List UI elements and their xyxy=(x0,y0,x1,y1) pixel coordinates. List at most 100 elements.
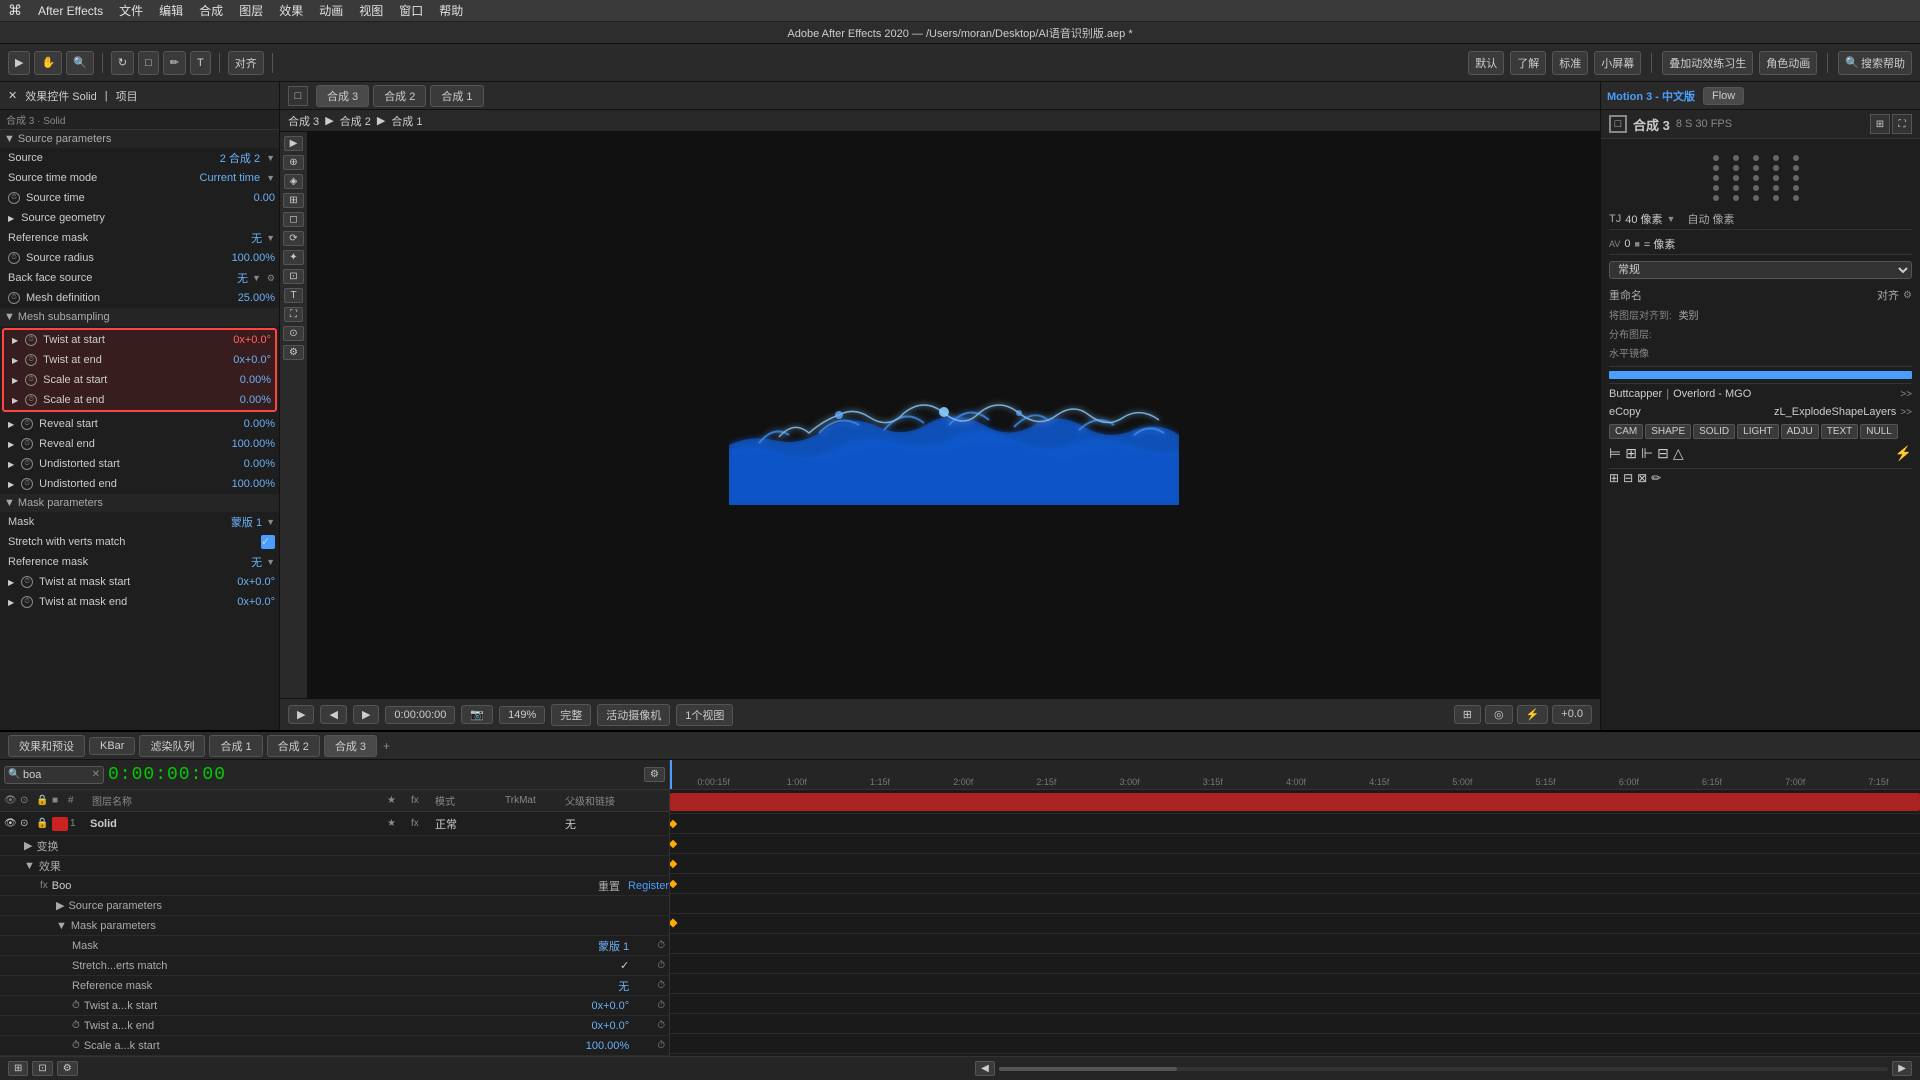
undistort-start-row[interactable]: ▶ ⏱ Undistorted start 0.00% xyxy=(0,454,279,474)
dot-2[interactable] xyxy=(1733,155,1739,161)
explode-label[interactable]: zL_ExplodeShapeLayers xyxy=(1774,406,1896,418)
menu-layer[interactable]: 图层 xyxy=(239,2,263,19)
twist-mask-end-row[interactable]: ▶ ⏱ Twist at mask end 0x+0.0° xyxy=(0,592,279,612)
dot-3[interactable] xyxy=(1753,155,1759,161)
boo-register-link[interactable]: Register xyxy=(628,880,669,892)
font-style-select[interactable]: 常规 xyxy=(1609,261,1912,279)
layer-row[interactable]: 👁 ⊙ 🔒 1 Solid ★ fx 正常 无 xyxy=(0,812,669,836)
ws-default[interactable]: 默认 xyxy=(1468,51,1504,75)
breadcrumb-comp3[interactable]: 合成 3 xyxy=(288,113,319,129)
scale-start-row[interactable]: ▶ ⏱ Scale at start 0.00% xyxy=(4,370,275,390)
timeline-tab-comp1[interactable]: 合成 1 xyxy=(209,735,262,757)
tl-item-mask[interactable]: Mask 蒙版 1 ⏱ xyxy=(0,936,669,956)
menu-window[interactable]: 窗口 xyxy=(399,2,423,19)
ref-mask-dropdown[interactable]: ▼ xyxy=(266,233,275,243)
dot-11[interactable] xyxy=(1713,175,1719,181)
dot-4[interactable] xyxy=(1773,155,1779,161)
tl-footer-btn2[interactable]: ⊡ xyxy=(32,1061,52,1076)
twist-start-row[interactable]: ▶ ⏱ Twist at start 0x+0.0° xyxy=(4,330,275,350)
source-dropdown-icon[interactable]: ▼ xyxy=(266,153,275,163)
tl-item-refmask[interactable]: Reference mask 无 ⏱ xyxy=(0,976,669,996)
ref-mask2-dropdown[interactable]: ▼ xyxy=(266,557,275,567)
twist-start-val[interactable]: 0x+0.0° xyxy=(233,334,271,346)
dot-18[interactable] xyxy=(1753,185,1759,191)
tool-text[interactable]: T xyxy=(190,51,211,75)
tool-viewer-10[interactable]: ⛶ xyxy=(284,307,303,322)
rename-label[interactable]: 重命名 xyxy=(1609,287,1642,303)
stretch-row[interactable]: Stretch with verts match ✓ xyxy=(0,532,279,552)
tool-null[interactable]: NULL xyxy=(1860,424,1898,439)
tool-viewer-7[interactable]: ✦ xyxy=(283,250,303,265)
tl-settings-btn[interactable]: ⚙ xyxy=(644,767,665,782)
layer-eye[interactable]: 👁 xyxy=(4,818,20,829)
effect-label[interactable]: 叠加动效练习生 xyxy=(1662,51,1753,75)
stopwatch-icon-3[interactable]: ⏱ xyxy=(8,292,20,304)
resolution-btn[interactable]: 完整 xyxy=(551,704,591,726)
filter-icon[interactable]: ⚙ xyxy=(1903,290,1912,301)
tool-zoom[interactable]: 🔍 xyxy=(66,51,94,75)
tool-viewer-3[interactable]: ◈ xyxy=(284,174,304,189)
dot-24[interactable] xyxy=(1773,195,1779,201)
copy-label[interactable]: eCopy xyxy=(1609,406,1641,418)
role-label[interactable]: 角色动画 xyxy=(1759,51,1817,75)
sw4[interactable]: ⏱ xyxy=(25,334,37,346)
layer-mode[interactable]: 正常 xyxy=(435,816,505,832)
ws-learn[interactable]: 了解 xyxy=(1510,51,1546,75)
color-btn[interactable]: ⚡ xyxy=(1895,445,1912,462)
dot-7[interactable] xyxy=(1733,165,1739,171)
plugin-label2[interactable]: Overlord - MGO xyxy=(1673,388,1751,400)
tool-cam[interactable]: CAM xyxy=(1609,424,1643,439)
dot-6[interactable] xyxy=(1713,165,1719,171)
tool-viewer-9[interactable]: T xyxy=(284,288,302,303)
twist-end-row[interactable]: ▶ ⏱ Twist at end 0x+0.0° xyxy=(4,350,275,370)
dot-16[interactable] xyxy=(1713,185,1719,191)
menu-animation[interactable]: 动画 xyxy=(319,2,343,19)
layer-solo[interactable]: ⊙ xyxy=(20,818,36,829)
tool-viewer-4[interactable]: ⊞ xyxy=(283,193,303,208)
mask-dropdown[interactable]: ▼ xyxy=(266,517,275,527)
project-label[interactable]: 项目 xyxy=(116,88,138,104)
timeline-tab-effects[interactable]: 效果和预设 xyxy=(8,735,85,757)
view-mode-btn[interactable]: 1个视图 xyxy=(676,704,733,726)
back-face-dropdown[interactable]: ▼ xyxy=(252,273,261,283)
sw7[interactable]: ⏱ xyxy=(25,394,37,406)
source-radius-row[interactable]: ⏱ Source radius 100.00% xyxy=(0,248,279,268)
tool-pen[interactable]: ✏ xyxy=(163,51,186,75)
tl-item-source-params[interactable]: ▶ Source parameters xyxy=(0,896,669,916)
twist-mask-start-row[interactable]: ▶ ⏱ Twist at mask start 0x+0.0° xyxy=(0,572,279,592)
menu-file[interactable]: 文件 xyxy=(119,2,143,19)
font-size-val[interactable]: 40 像素 xyxy=(1625,211,1662,227)
sw9[interactable]: ⏱ xyxy=(21,438,33,450)
sw11[interactable]: ⏱ xyxy=(21,478,33,490)
sms-stopwatch[interactable]: ⏱ xyxy=(657,1040,665,1051)
dot-19[interactable] xyxy=(1773,185,1779,191)
expand-btn[interactable]: ⊞ xyxy=(1870,114,1890,134)
dot-10[interactable] xyxy=(1793,165,1799,171)
paste-special-icon[interactable]: ⊠ xyxy=(1637,471,1647,485)
timeline-tab-comp2[interactable]: 合成 2 xyxy=(267,735,320,757)
sw-tms[interactable]: ⏱ xyxy=(72,1000,80,1011)
grid-btn[interactable]: ⊞ xyxy=(1454,705,1481,724)
dot-14[interactable] xyxy=(1773,175,1779,181)
edit-icon[interactable]: ✏ xyxy=(1651,471,1661,485)
font-size-dropdown[interactable]: ▼ xyxy=(1667,214,1676,224)
dot-22[interactable] xyxy=(1733,195,1739,201)
scale-end-row[interactable]: ▶ ⏱ Scale at end 0.00% xyxy=(4,390,275,410)
menu-app[interactable]: After Effects xyxy=(38,4,103,18)
tool-solid[interactable]: SOLID xyxy=(1693,424,1735,439)
sw6[interactable]: ⏱ xyxy=(25,374,37,386)
tool-shape[interactable]: SHAPE xyxy=(1645,424,1691,439)
back-face-row[interactable]: Back face source 无 ▼ ⚙ xyxy=(0,268,279,288)
sw-tme[interactable]: ⏱ xyxy=(72,1020,80,1031)
tl-item-stretch[interactable]: Stretch...erts match ✓ ⏱ xyxy=(0,956,669,976)
refmask-stopwatch[interactable]: ⏱ xyxy=(657,980,665,991)
viewer-tab-comp3[interactable]: 合成 3 xyxy=(316,85,369,107)
reveal-start-row[interactable]: ▶ ⏱ Reveal start 0.00% xyxy=(0,414,279,434)
tl-timecode[interactable]: 0:00:00:00 xyxy=(108,765,226,785)
dot-15[interactable] xyxy=(1793,175,1799,181)
dot-20[interactable] xyxy=(1793,185,1799,191)
ref-mask-row[interactable]: Reference mask 无 ▼ xyxy=(0,228,279,248)
menu-effect[interactable]: 效果 xyxy=(279,2,303,19)
tl-scroll-right[interactable]: ▶ xyxy=(1892,1061,1912,1076)
mask-row[interactable]: Mask 蒙版 1 ▼ xyxy=(0,512,279,532)
